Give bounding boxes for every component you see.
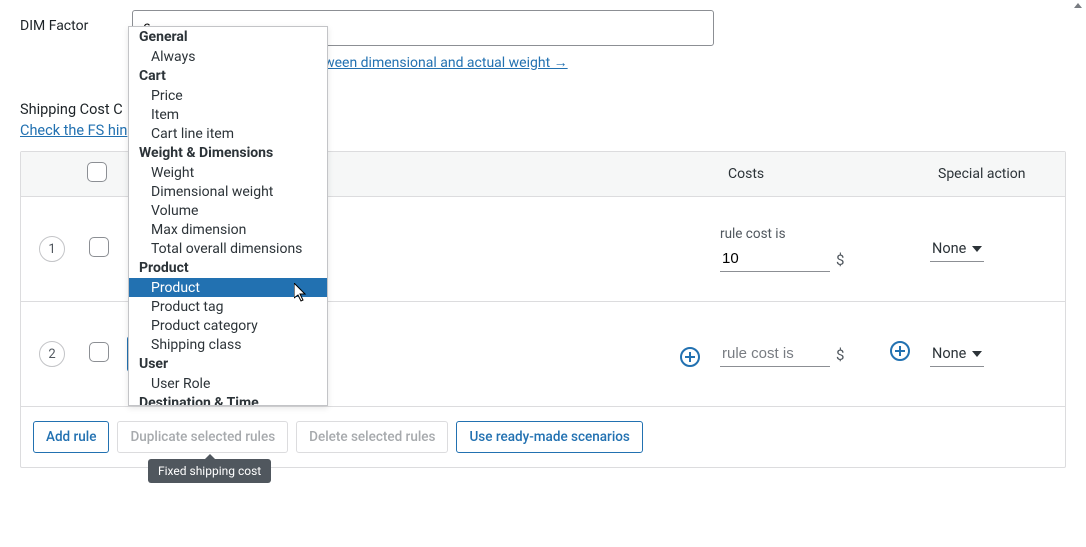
- rule-cost-label: rule cost is: [720, 226, 930, 242]
- row-number: 2: [39, 341, 65, 367]
- currency-label: $: [836, 251, 844, 272]
- dropdown-item[interactable]: Always: [129, 47, 327, 66]
- action-value: None: [932, 240, 966, 257]
- ready-made-scenarios-button[interactable]: Use ready-made scenarios: [456, 421, 642, 453]
- dropdown-item[interactable]: Cart line item: [129, 124, 327, 143]
- dropdown-group-label: Destination & Time: [129, 393, 327, 406]
- special-action-header: Special action: [930, 166, 1065, 182]
- row-checkbox[interactable]: [89, 342, 109, 362]
- dropdown-item[interactable]: User Role: [129, 374, 327, 393]
- dropdown-item[interactable]: Weight: [129, 163, 327, 182]
- dropdown-item[interactable]: Product category: [129, 316, 327, 335]
- dropdown-item[interactable]: Item: [129, 105, 327, 124]
- condition-dropdown-panel[interactable]: GeneralAlwaysCartPriceItemCart line item…: [128, 26, 328, 406]
- special-action-select[interactable]: None: [930, 236, 984, 262]
- costs-header: Costs: [720, 166, 930, 182]
- dropdown-item[interactable]: Volume: [129, 201, 327, 220]
- add-action-button[interactable]: [890, 341, 910, 361]
- rule-cost-input[interactable]: [720, 341, 830, 367]
- dropdown-item[interactable]: Product: [129, 278, 327, 297]
- delete-rules-button[interactable]: Delete selected rules: [296, 421, 448, 453]
- dim-factor-label: DIM Factor: [20, 0, 132, 34]
- dropdown-group-label: Cart: [129, 66, 327, 86]
- add-rule-button[interactable]: Add rule: [33, 421, 109, 453]
- chevron-down-icon: [972, 246, 982, 252]
- currency-label: $: [836, 346, 844, 367]
- dropdown-group-label: General: [129, 27, 327, 47]
- select-all-checkbox[interactable]: [87, 162, 107, 182]
- row-number: 1: [39, 236, 65, 262]
- fs-hint-link[interactable]: Check the FS hin: [20, 122, 127, 139]
- scroll-up-arrow-icon[interactable]: [1074, 3, 1082, 8]
- dropdown-item[interactable]: Price: [129, 86, 327, 105]
- row-checkbox[interactable]: [89, 237, 109, 257]
- dropdown-item[interactable]: Shipping class: [129, 335, 327, 354]
- dropdown-group-label: Weight & Dimensions: [129, 143, 327, 163]
- dropdown-group-label: User: [129, 354, 327, 374]
- dropdown-group-label: Product: [129, 258, 327, 278]
- fixed-shipping-cost-tooltip: Fixed shipping cost: [148, 459, 271, 483]
- dropdown-item[interactable]: Dimensional weight: [129, 182, 327, 201]
- dropdown-item[interactable]: Max dimension: [129, 220, 327, 239]
- special-action-select[interactable]: None: [930, 341, 984, 367]
- dropdown-item[interactable]: Product tag: [129, 297, 327, 316]
- action-value: None: [932, 345, 966, 362]
- rule-cost-input[interactable]: [720, 246, 830, 272]
- chevron-down-icon: [972, 351, 982, 357]
- duplicate-rules-button[interactable]: Duplicate selected rules: [117, 421, 288, 453]
- add-cost-button[interactable]: [680, 347, 700, 367]
- dropdown-item[interactable]: Total overall dimensions: [129, 239, 327, 258]
- button-row: Add rule Duplicate selected rules Delete…: [21, 407, 1065, 467]
